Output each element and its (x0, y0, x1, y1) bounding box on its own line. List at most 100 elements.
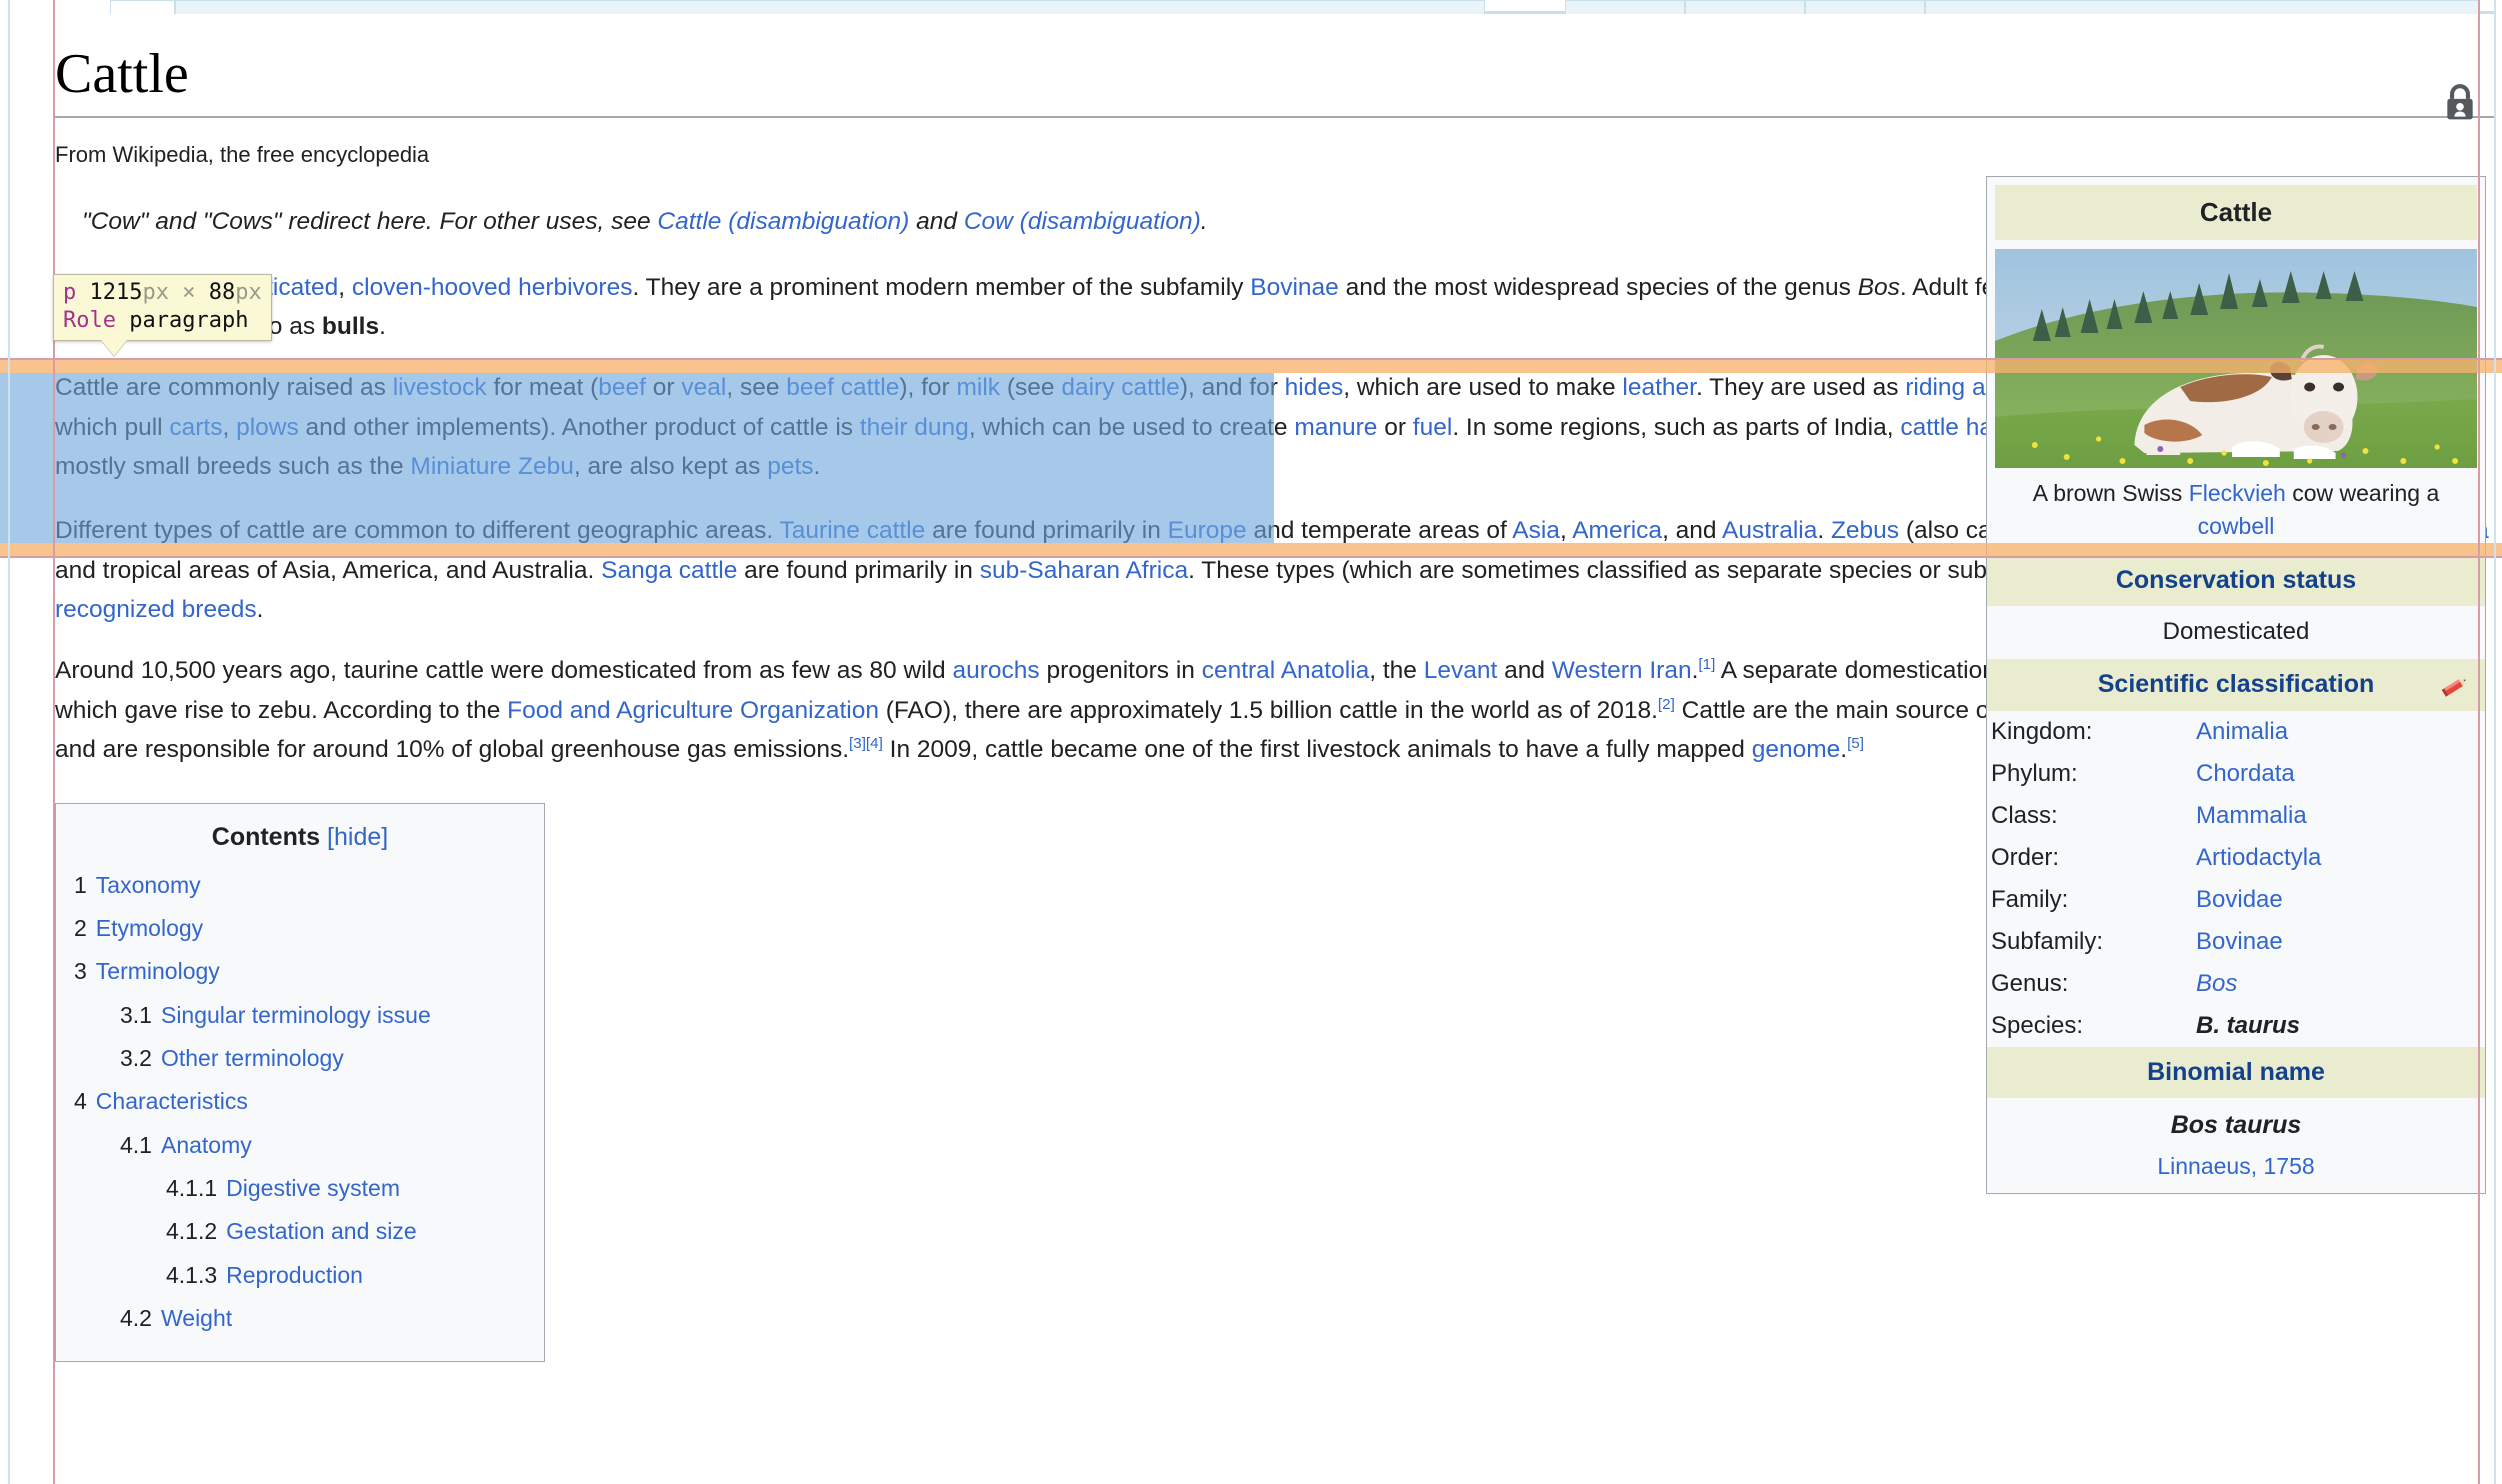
infobox-cow-image[interactable] (1995, 249, 2477, 468)
article-link[interactable]: fuel (1413, 414, 1453, 441)
table-of-contents[interactable]: Contents [hide] 1 Taxonomy 2 Etymology 3 Term… (55, 803, 545, 1363)
tab-talk[interactable] (175, 0, 1485, 14)
taxonomy-value-text[interactable]: Chordata (2196, 760, 2295, 787)
article-link[interactable]: pets (767, 453, 813, 480)
toc-item[interactable]: 3 Terminology (74, 953, 526, 989)
taxonomy-row: Family: Bovidae (1987, 879, 2485, 921)
article-link[interactable]: carts (169, 414, 222, 441)
infobox-binomial-authority: Linnaeus, 1758 (1987, 1147, 2485, 1194)
article-link[interactable]: cloven-hooved (352, 274, 511, 301)
toc-item-link[interactable]: Weight (161, 1305, 232, 1331)
taxonomy-value-text[interactable]: Animalia (2196, 718, 2288, 745)
toc-item-number: 3.1 (120, 1001, 152, 1028)
toc-item-link[interactable]: Digestive system (226, 1175, 400, 1201)
reference-link[interactable]: [5] (1847, 735, 1864, 752)
article-link[interactable]: leather (1622, 374, 1696, 401)
article-link[interactable]: Bovinae (1250, 274, 1339, 301)
toc-item-link[interactable]: Singular terminology issue (161, 1002, 431, 1028)
article-link[interactable]: manure (1294, 414, 1377, 441)
article-link[interactable]: Australia (1722, 517, 1817, 544)
article-link[interactable]: America (1572, 517, 1662, 544)
toc-item[interactable]: 4 Characteristics (74, 1083, 526, 1119)
taxonomy-rank-value[interactable]: Mammalia (2196, 798, 2307, 834)
toc-item[interactable]: 4.1 Anatomy (74, 1127, 526, 1163)
toc-item[interactable]: 4.1.3 Reproduction (74, 1257, 526, 1293)
article-link[interactable]: plows (236, 414, 299, 441)
text-run: . They are a prominent modern member of … (632, 273, 1251, 301)
article-link[interactable]: beef cattle (786, 374, 899, 401)
toc-item-link[interactable]: Taxonomy (96, 872, 201, 898)
taxonomy-value-text[interactable]: Mammalia (2196, 802, 2307, 829)
toc-title: Contents (211, 823, 321, 852)
taxonomy-rank-value[interactable]: Animalia (2196, 714, 2288, 750)
article-link[interactable]: Levant (1424, 657, 1498, 684)
article-link[interactable]: veal (681, 374, 726, 401)
taxonomy-rank-value[interactable]: Bovinae (2196, 924, 2283, 960)
toc-item-link[interactable]: Etymology (96, 915, 203, 941)
toc-item-link[interactable]: Characteristics (96, 1088, 248, 1114)
toc-item-link[interactable]: Anatomy (161, 1132, 252, 1158)
article-link[interactable]: Europe (1168, 517, 1247, 544)
tab-view-source[interactable] (1685, 0, 1805, 14)
article-link[interactable]: dairy cattle (1061, 374, 1179, 401)
tab-view-history[interactable] (1805, 0, 1925, 14)
taxonomy-rank-value[interactable]: Artiodactyla (2196, 840, 2321, 876)
taxonomy-rank-value[interactable]: Bovidae (2196, 882, 2283, 918)
caption-link-cowbell[interactable]: cowbell (2198, 513, 2275, 539)
toc-item-number: 1 (74, 871, 87, 898)
tab-read[interactable] (1565, 0, 1685, 14)
article-link[interactable]: hides (1285, 374, 1344, 401)
article-link[interactable]: central Anatolia (1202, 657, 1370, 684)
article-link[interactable]: their dung (860, 414, 969, 441)
taxonomy-rank-label: Phylum: (1991, 759, 2078, 787)
taxonomy-value-text[interactable]: Artiodactyla (2196, 844, 2321, 871)
text-run: progenitors in (1039, 657, 1202, 684)
toc-item[interactable]: 3.1 Singular terminology issue (74, 997, 526, 1033)
toc-item-link[interactable]: Terminology (96, 958, 220, 984)
article-link[interactable]: genome (1752, 736, 1841, 763)
taxonomy-value-text[interactable]: Bovinae (2196, 928, 2283, 955)
article-link[interactable]: herbivores (518, 274, 632, 301)
hatnote-link-cattle-disambiguation[interactable]: Cattle (disambiguation) (657, 208, 909, 235)
article-link[interactable]: beef (598, 374, 646, 401)
pencil-icon[interactable] (2439, 673, 2469, 697)
taxonomy-rank-value[interactable]: Bos (2196, 966, 2237, 1002)
hatnote-link-cow-disambiguation[interactable]: Cow (disambiguation) (964, 208, 1201, 235)
wikipedia-tab-strip[interactable] (0, 0, 2502, 16)
tab-article[interactable] (110, 0, 175, 14)
toc-hide-link[interactable]: [hide] (327, 823, 388, 851)
article-link[interactable]: Miniature Zebu (410, 453, 573, 480)
article-link[interactable]: livestock (393, 374, 487, 401)
taxonomy-rank-value[interactable]: Chordata (2196, 756, 2295, 792)
toc-item[interactable]: 3.2 Other terminology (74, 1040, 526, 1076)
reference-link[interactable]: [1] (1698, 656, 1715, 673)
toc-item-link[interactable]: Reproduction (226, 1262, 363, 1288)
lock-icon[interactable] (2441, 81, 2479, 123)
infobox-image-wrapper[interactable] (1987, 240, 2485, 468)
article-link[interactable]: aurochs (952, 657, 1039, 684)
reference-link[interactable]: [3][4] (849, 735, 883, 752)
article-link[interactable]: milk (957, 374, 1001, 401)
toc-item[interactable]: 4.1.2 Gestation and size (74, 1213, 526, 1249)
article-link[interactable]: Zebus (1831, 517, 1899, 544)
article-link[interactable]: Western Iran (1552, 657, 1692, 684)
reference-link[interactable]: [2] (1658, 696, 1675, 713)
tab-search-area[interactable] (1925, 0, 2480, 14)
devtools-tooltip-arrow (101, 340, 127, 356)
article-link[interactable]: Food and Agriculture Organization (507, 697, 879, 724)
article-link[interactable]: Sanga cattle (601, 557, 737, 584)
caption-link-fleckvieh[interactable]: Fleckvieh (2189, 480, 2286, 506)
article-link[interactable]: Taurine cattle (780, 517, 926, 544)
taxonomy-value-text[interactable]: Bovidae (2196, 886, 2283, 913)
taxonomy-value-text[interactable]: Bos (2196, 970, 2237, 997)
article-link[interactable]: Asia (1512, 517, 1560, 544)
toc-item[interactable]: 4.1.1 Digestive system (74, 1170, 526, 1206)
toc-item[interactable]: 1 Taxonomy (74, 867, 526, 903)
toc-item-link[interactable]: Gestation and size (226, 1218, 417, 1244)
toc-item[interactable]: 4.2 Weight (74, 1300, 526, 1336)
article-link[interactable]: sub-Saharan Africa (980, 557, 1188, 584)
toc-item[interactable]: 2 Etymology (74, 910, 526, 946)
binomial-authority-link[interactable]: Linnaeus, 1758 (2157, 1153, 2314, 1179)
toc-item-link[interactable]: Other terminology (161, 1045, 344, 1071)
viewport-guide-left (8, 0, 10, 1484)
